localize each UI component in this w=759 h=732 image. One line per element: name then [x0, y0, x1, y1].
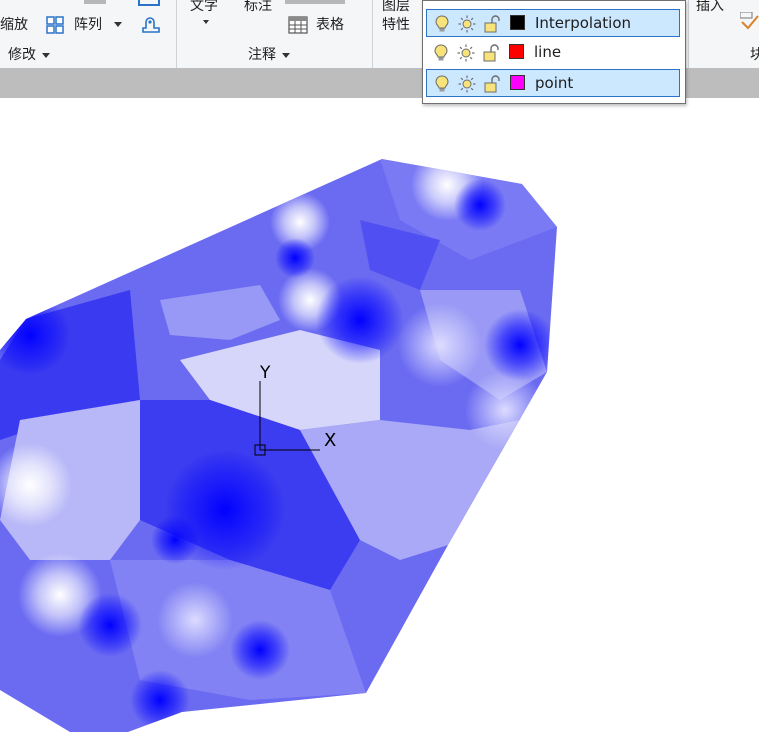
lightbulb-icon[interactable]: [433, 15, 451, 33]
sun-icon[interactable]: [458, 15, 476, 33]
array-grid-icon: [46, 16, 64, 34]
interpolation-surface: [0, 159, 557, 732]
unlock-icon[interactable]: [483, 15, 501, 33]
zoom-label: 缩放: [0, 17, 28, 33]
unlock-icon[interactable]: [483, 75, 501, 93]
layer-name: Interpolation: [535, 14, 631, 32]
insert-label: 插入: [696, 0, 724, 14]
chevron-down-icon: [203, 20, 209, 24]
unlock-icon[interactable]: [482, 44, 500, 62]
block-panel-title[interactable]: 块: [750, 46, 759, 64]
text-button[interactable]: 文字: [188, 0, 228, 30]
lightbulb-icon[interactable]: [432, 44, 450, 62]
layer-name: point: [535, 74, 574, 92]
panel-divider: [688, 0, 689, 68]
layer-properties-label-2: 特性: [382, 17, 410, 33]
text-label: 文字: [190, 0, 218, 14]
layer-row-line[interactable]: line: [426, 39, 680, 67]
insert-button[interactable]: 插入: [696, 0, 732, 20]
lightbulb-icon[interactable]: [433, 75, 451, 93]
panel-divider: [176, 0, 177, 68]
table-label: 表格: [316, 17, 344, 33]
array-button[interactable]: 阵列: [46, 14, 128, 36]
layer-dropdown[interactable]: Interpolation line point: [422, 0, 686, 104]
annotation-panel-title-text: 注释: [248, 47, 276, 63]
ucs-x-label: X: [324, 430, 337, 451]
block-edit-icon[interactable]: [739, 11, 759, 34]
dimension-button[interactable]: 标注: [242, 0, 276, 20]
layer-properties-label-1: 图层: [382, 0, 410, 14]
panel-expand-icon: [42, 52, 50, 58]
block-panel-title-text: 块: [750, 47, 759, 63]
zoom-button[interactable]: 缩放: [0, 14, 40, 36]
layer-color-swatch[interactable]: [510, 75, 525, 90]
table-button[interactable]: 表格: [288, 14, 360, 36]
annotation-panel-title[interactable]: 注释: [248, 46, 290, 64]
layer-color-swatch[interactable]: [510, 15, 525, 30]
modify-panel-title-text: 修改: [8, 47, 36, 63]
edit-icon[interactable]: [140, 14, 162, 36]
layer-row-partial: [426, 1, 680, 3]
dimension-label: 标注: [244, 0, 272, 14]
chevron-down-icon[interactable]: [114, 22, 122, 27]
partial-ribbon-row: [0, 0, 60, 2]
layer-name: line: [534, 43, 562, 61]
panel-divider: [372, 0, 373, 68]
modify-panel-title[interactable]: 修改: [8, 46, 50, 64]
layer-row-interpolation[interactable]: Interpolation: [426, 9, 680, 37]
ucs-y-label: Y: [260, 363, 271, 383]
array-label: 阵列: [74, 17, 102, 33]
table-icon: [288, 16, 308, 34]
drawing-canvas[interactable]: Y X: [0, 98, 759, 732]
layer-row-point[interactable]: point: [426, 69, 680, 97]
layer-color-swatch[interactable]: [509, 44, 524, 59]
sun-icon[interactable]: [458, 75, 476, 93]
layer-properties-button[interactable]: 图层 特性: [380, 0, 420, 40]
sun-icon[interactable]: [457, 44, 475, 62]
panel-expand-icon: [282, 52, 290, 58]
